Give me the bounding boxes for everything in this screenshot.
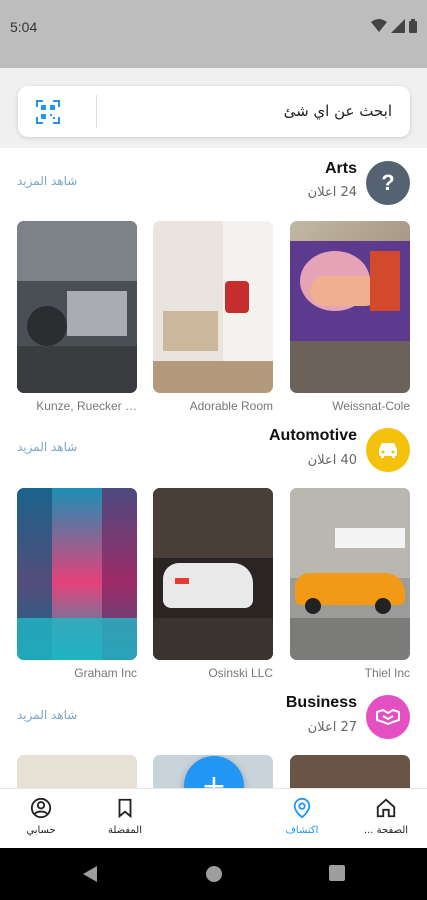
section-count: 27 اعلان (307, 720, 357, 735)
search-divider (96, 95, 97, 128)
qr-scan-button[interactable] (18, 86, 78, 137)
signal-icon (391, 19, 405, 33)
listing-card[interactable]: Thiel Inc (290, 488, 410, 680)
listing-card[interactable]: Kunze, Ruecker … (17, 221, 137, 413)
home-circle-icon[interactable] (205, 865, 223, 883)
listing-image (17, 488, 137, 660)
app-top-band (0, 56, 427, 68)
search-input[interactable]: ابحث عن اي شئ (284, 102, 392, 120)
listing-image (153, 221, 273, 393)
listing-name: Osinski LLC (208, 666, 273, 680)
system-nav-bar (0, 848, 427, 900)
listing-card[interactable] (290, 755, 410, 788)
section-count: 24 اعلان (307, 185, 357, 200)
location-pin-icon (293, 797, 311, 819)
listing-name: Kunze, Ruecker … (36, 399, 137, 413)
back-icon[interactable] (82, 865, 98, 883)
nav-discover[interactable]: اكتشاف (262, 797, 342, 836)
listing-image (17, 221, 137, 393)
nav-discover-label: اكتشاف (285, 825, 319, 836)
nav-favorites[interactable]: المفضلة (85, 797, 165, 836)
bottom-nav: الصفحة ... اكتشاف المفضلة حسابي (0, 788, 427, 848)
bookmark-icon (118, 798, 132, 819)
handshake-icon (366, 695, 410, 739)
car-icon (366, 428, 410, 472)
nav-account-label: حسابي (26, 825, 56, 836)
question-icon: ? (366, 161, 410, 205)
home-icon (376, 798, 396, 818)
listing-image (17, 755, 137, 788)
listing-name: Adorable Room (189, 399, 273, 413)
listing-image (290, 221, 410, 393)
nav-home-label: الصفحة ... (363, 825, 409, 836)
recents-icon[interactable] (329, 865, 345, 881)
listing-image (153, 488, 273, 660)
listing-image (290, 488, 410, 660)
nav-favorites-label: المفضلة (107, 825, 142, 836)
section-title: Automotive (269, 427, 357, 444)
nav-account[interactable]: حسابي (1, 797, 81, 836)
listing-name: Graham Inc (74, 666, 137, 680)
listing-card[interactable]: Weissnat-Cole (290, 221, 410, 413)
account-icon (30, 797, 52, 819)
section-count: 40 اعلان (307, 453, 357, 468)
see-more-link[interactable]: شاهد المزيد (17, 174, 77, 188)
status-time: 5:04 (10, 19, 38, 35)
nav-home[interactable]: الصفحة ... (346, 797, 426, 836)
wifi-icon (371, 19, 387, 32)
status-icons (371, 19, 417, 33)
category-list[interactable]: ? Arts 24 اعلان شاهد المزيد Weissnat-Col… (0, 148, 427, 788)
status-bar: 5:04 (0, 0, 427, 56)
battery-icon (409, 19, 417, 33)
listing-card[interactable]: Osinski LLC (153, 488, 273, 680)
section-title: Business (285, 694, 357, 711)
listing-card[interactable] (17, 755, 137, 788)
qr-scan-icon (36, 99, 60, 124)
see-more-link[interactable]: شاهد المزيد (17, 708, 77, 722)
search-box[interactable]: ابحث عن اي شئ (18, 86, 410, 137)
listing-name: Thiel Inc (364, 666, 410, 680)
listing-name: Weissnat-Cole (332, 399, 410, 413)
see-more-link[interactable]: شاهد المزيد (17, 440, 77, 454)
section-title: Arts (324, 160, 357, 177)
listing-image (290, 755, 410, 788)
listing-card[interactable]: Graham Inc (17, 488, 137, 680)
listing-card[interactable]: Adorable Room (153, 221, 273, 413)
